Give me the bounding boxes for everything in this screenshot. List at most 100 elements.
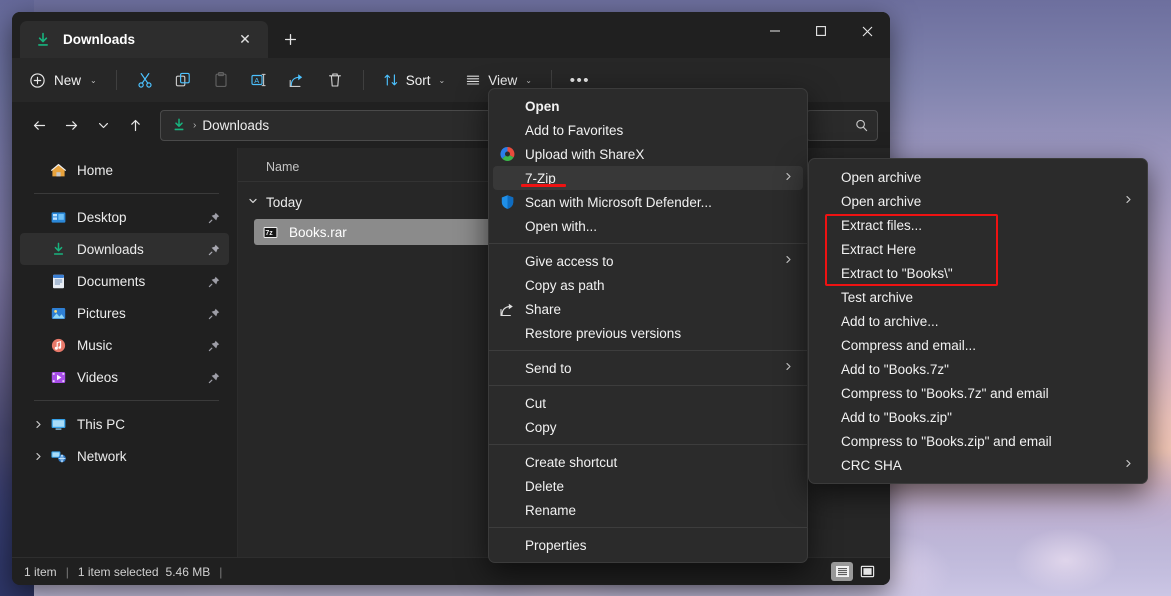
menu-item-extract-to-folder[interactable]: Extract to "Books\"	[813, 261, 1143, 285]
menu-item-add-to-archive[interactable]: Add to archive...	[813, 309, 1143, 333]
menu-item-open-archive[interactable]: Open archive	[813, 165, 1143, 189]
item-count: 1 item	[24, 565, 57, 579]
annotation-underline-7-zip	[521, 184, 566, 187]
menu-item-extract-files[interactable]: Extract files...	[813, 213, 1143, 237]
menu-item-send-to[interactable]: Send to	[493, 356, 803, 380]
details-view-icon[interactable]	[831, 562, 853, 581]
menu-item-compress-and-email[interactable]: Compress and email...	[813, 333, 1143, 357]
menu-item-add-to-books-7z[interactable]: Add to "Books.7z"	[813, 357, 1143, 381]
menu-item-extract-here[interactable]: Extract Here	[813, 237, 1143, 261]
sidebar-item-home[interactable]: Home	[20, 154, 229, 186]
sidebar-item-documents[interactable]: Documents	[20, 265, 229, 297]
minimize-button[interactable]	[752, 12, 798, 50]
copy-icon[interactable]	[165, 64, 201, 96]
sidebar-item-videos[interactable]: Videos	[20, 361, 229, 393]
this-pc-icon	[50, 416, 67, 433]
menu-item-label: Extract files...	[841, 218, 922, 233]
sort-button[interactable]: Sort ⌄	[374, 64, 454, 96]
menu-item-share[interactable]: Share	[493, 297, 803, 321]
menu-item-scan-with-microsoft-defender[interactable]: Scan with Microsoft Defender...	[493, 190, 803, 214]
chevron-right-icon[interactable]	[34, 420, 50, 429]
pin-icon[interactable]	[208, 371, 221, 384]
menu-item-open-with[interactable]: Open with...	[493, 214, 803, 238]
up-button[interactable]	[120, 110, 150, 140]
menu-item-label: Compress and email...	[841, 338, 976, 353]
home-icon	[50, 162, 67, 179]
breadcrumb-current: Downloads	[202, 118, 269, 133]
pin-icon[interactable]	[208, 307, 221, 320]
menu-item-upload-with-sharex[interactable]: Upload with ShareX	[493, 142, 803, 166]
menu-item-copy[interactable]: Copy	[493, 415, 803, 439]
pin-icon[interactable]	[208, 211, 221, 224]
menu-item-label: Copy	[525, 420, 557, 435]
column-header-name[interactable]: Name	[266, 160, 299, 174]
chevron-down-icon: ⌄	[438, 76, 445, 85]
view-button-label: View	[488, 73, 517, 88]
pin-icon[interactable]	[208, 243, 221, 256]
menu-item-open-archive-submenu[interactable]: Open archive	[813, 189, 1143, 213]
sidebar-item-music[interactable]: Music	[20, 329, 229, 361]
close-window-button[interactable]	[844, 12, 890, 50]
pin-icon[interactable]	[208, 275, 221, 288]
chevron-down-icon[interactable]	[248, 196, 264, 209]
menu-item-label: Give access to	[525, 254, 614, 269]
new-tab-icon[interactable]	[274, 24, 306, 54]
pin-icon[interactable]	[208, 339, 221, 352]
close-icon[interactable]: ✕	[232, 27, 258, 53]
sidebar-item-this-pc[interactable]: This PC	[20, 408, 229, 440]
maximize-button[interactable]	[798, 12, 844, 50]
sidebar-item-desktop[interactable]: Desktop	[20, 201, 229, 233]
menu-item-compress-to-books-7z-and-email[interactable]: Compress to "Books.7z" and email	[813, 381, 1143, 405]
menu-item-add-to-favorites[interactable]: Add to Favorites	[493, 118, 803, 142]
menu-item-rename[interactable]: Rename	[493, 498, 803, 522]
menu-item-compress-to-books-zip-and-email[interactable]: Compress to "Books.zip" and email	[813, 429, 1143, 453]
menu-item-give-access-to[interactable]: Give access to	[493, 249, 803, 273]
downloads-icon	[171, 117, 187, 133]
new-button[interactable]: New ⌄	[22, 64, 106, 96]
menu-item-label: Scan with Microsoft Defender...	[525, 195, 712, 210]
sharex-icon	[499, 146, 516, 163]
documents-icon	[50, 273, 67, 290]
menu-item-properties[interactable]: Properties	[493, 533, 803, 557]
delete-icon[interactable]	[317, 64, 353, 96]
recent-locations-button[interactable]	[88, 110, 118, 140]
sort-button-label: Sort	[406, 73, 431, 88]
sidebar-item-pictures[interactable]: Pictures	[20, 297, 229, 329]
search-input[interactable]	[806, 110, 878, 141]
downloads-icon	[34, 31, 52, 49]
menu-item-delete[interactable]: Delete	[493, 474, 803, 498]
videos-icon	[50, 369, 67, 386]
menu-item-label: Add to archive...	[841, 314, 939, 329]
menu-item-create-shortcut[interactable]: Create shortcut	[493, 450, 803, 474]
rename-icon[interactable]: A	[241, 64, 277, 96]
menu-item-label: Upload with ShareX	[525, 147, 644, 162]
share-icon[interactable]	[279, 64, 315, 96]
menu-item-cut[interactable]: Cut	[493, 391, 803, 415]
svg-text:7z: 7z	[265, 230, 273, 237]
menu-item-copy-as-path[interactable]: Copy as path	[493, 273, 803, 297]
chevron-right-icon	[784, 172, 793, 184]
chevron-right-icon[interactable]	[34, 452, 50, 461]
menu-item-label: Open archive	[841, 194, 921, 209]
cut-icon[interactable]	[127, 64, 163, 96]
menu-item-open[interactable]: Open	[493, 94, 803, 118]
downloads-icon	[50, 241, 67, 258]
menu-item-crc-sha[interactable]: CRC SHA	[813, 453, 1143, 477]
window-controls	[752, 12, 890, 50]
menu-item-add-to-books-zip[interactable]: Add to "Books.zip"	[813, 405, 1143, 429]
sidebar-item-label: Downloads	[77, 242, 208, 257]
chevron-down-icon: ⌄	[525, 76, 532, 85]
large-icons-view-icon[interactable]	[856, 562, 878, 581]
back-button[interactable]	[24, 110, 54, 140]
sidebar-item-network[interactable]: Network	[20, 440, 229, 472]
forward-button[interactable]	[56, 110, 86, 140]
menu-item-restore-previous-versions[interactable]: Restore previous versions	[493, 321, 803, 345]
menu-item-test-archive[interactable]: Test archive	[813, 285, 1143, 309]
sevenzip-archive-icon: 7z	[262, 224, 279, 241]
see-more-label: •••	[570, 73, 590, 88]
title-bar: Downloads ✕	[12, 12, 890, 58]
tab-downloads[interactable]: Downloads ✕	[20, 21, 268, 58]
divider	[489, 385, 807, 386]
sidebar-item-downloads[interactable]: Downloads	[20, 233, 229, 265]
menu-item-label: Properties	[525, 538, 587, 553]
